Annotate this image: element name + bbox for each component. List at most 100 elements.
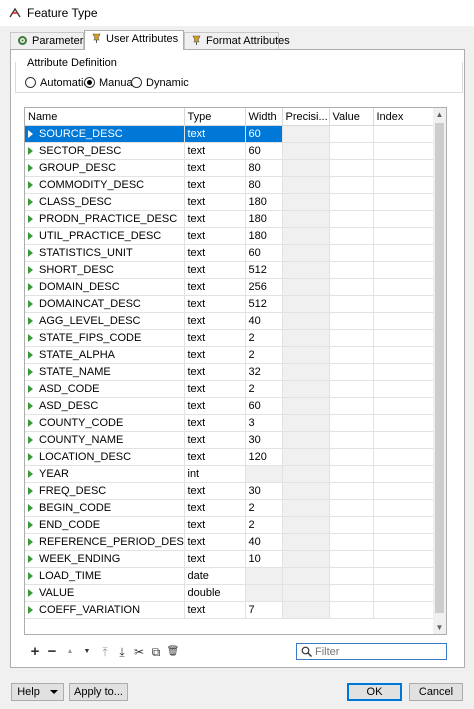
table-row[interactable]: COEFF_VARIATION text 7 — [25, 601, 435, 619]
attribute-width-cell[interactable]: 180 — [245, 210, 283, 228]
attribute-width-cell[interactable]: 2 — [245, 346, 283, 364]
attribute-name-cell[interactable]: STATE_FIPS_CODE — [25, 329, 185, 347]
attribute-value-cell[interactable] — [329, 431, 374, 449]
table-row[interactable]: UTIL_PRACTICE_DESC text 180 — [25, 227, 435, 245]
attribute-name-cell[interactable]: FREQ_DESC — [25, 482, 185, 500]
attribute-index-cell[interactable] — [373, 261, 435, 279]
attribute-width-cell[interactable]: 180 — [245, 227, 283, 245]
attribute-index-cell[interactable] — [373, 567, 435, 585]
table-row[interactable]: STATE_ALPHA text 2 — [25, 346, 435, 364]
attribute-index-cell[interactable] — [373, 329, 435, 347]
attribute-precision-cell[interactable] — [282, 414, 330, 432]
expand-arrow-icon[interactable] — [28, 368, 33, 376]
table-row[interactable]: BEGIN_CODE text 2 — [25, 499, 435, 517]
attribute-index-cell[interactable] — [373, 176, 435, 194]
attribute-precision-cell[interactable] — [282, 499, 330, 517]
attribute-precision-cell[interactable] — [282, 210, 330, 228]
attribute-value-cell[interactable] — [329, 125, 374, 143]
attribute-width-cell[interactable]: 60 — [245, 142, 283, 160]
attribute-index-cell[interactable] — [373, 482, 435, 500]
table-row[interactable]: SOURCE_DESC text 60 — [25, 125, 435, 143]
attribute-name-cell[interactable]: AGG_LEVEL_DESC — [25, 312, 185, 330]
column-header-index[interactable]: Index — [373, 108, 435, 126]
table-row[interactable]: REFERENCE_PERIOD_DESC text 40 — [25, 533, 435, 551]
attribute-type-cell[interactable]: text — [184, 363, 246, 381]
filter-field[interactable] — [296, 643, 447, 660]
remove-attribute-icon[interactable]: − — [45, 644, 59, 660]
expand-arrow-icon[interactable] — [28, 419, 33, 427]
attribute-type-cell[interactable]: text — [184, 516, 246, 534]
attribute-value-cell[interactable] — [329, 295, 374, 313]
move-up-icon[interactable]: ▲ — [63, 644, 77, 660]
attribute-index-cell[interactable] — [373, 159, 435, 177]
attribute-precision-cell[interactable] — [282, 329, 330, 347]
attribute-width-cell[interactable] — [245, 567, 283, 585]
table-row[interactable]: SHORT_DESC text 512 — [25, 261, 435, 279]
expand-arrow-icon[interactable] — [28, 147, 33, 155]
attribute-width-cell[interactable]: 2 — [245, 380, 283, 398]
attribute-precision-cell[interactable] — [282, 567, 330, 585]
attribute-width-cell[interactable]: 512 — [245, 295, 283, 313]
expand-arrow-icon[interactable] — [28, 334, 33, 342]
attribute-index-cell[interactable] — [373, 601, 435, 619]
attribute-index-cell[interactable] — [373, 193, 435, 211]
table-row[interactable]: DOMAINCAT_DESC text 512 — [25, 295, 435, 313]
attribute-precision-cell[interactable] — [282, 176, 330, 194]
attribute-name-cell[interactable]: UTIL_PRACTICE_DESC — [25, 227, 185, 245]
table-row[interactable]: STATE_FIPS_CODE text 2 — [25, 329, 435, 347]
attribute-name-cell[interactable]: COMMODITY_DESC — [25, 176, 185, 194]
expand-arrow-icon[interactable] — [28, 130, 33, 138]
attribute-value-cell[interactable] — [329, 380, 374, 398]
attribute-type-cell[interactable]: text — [184, 414, 246, 432]
expand-arrow-icon[interactable] — [28, 436, 33, 444]
attribute-type-cell[interactable]: text — [184, 601, 246, 619]
attribute-value-cell[interactable] — [329, 159, 374, 177]
delete-icon[interactable]: 🗑 — [166, 644, 180, 660]
attribute-width-cell[interactable]: 10 — [245, 550, 283, 568]
attribute-name-cell[interactable]: STATE_NAME — [25, 363, 185, 381]
attribute-type-cell[interactable]: text — [184, 448, 246, 466]
attribute-width-cell[interactable]: 120 — [245, 448, 283, 466]
copy-icon[interactable]: ⧉ — [149, 644, 163, 660]
attribute-type-cell[interactable]: text — [184, 125, 246, 143]
expand-arrow-icon[interactable] — [28, 470, 33, 478]
expand-arrow-icon[interactable] — [28, 249, 33, 257]
attribute-index-cell[interactable] — [373, 431, 435, 449]
attribute-type-cell[interactable]: text — [184, 278, 246, 296]
expand-arrow-icon[interactable] — [28, 198, 33, 206]
attribute-type-cell[interactable]: text — [184, 210, 246, 228]
attribute-precision-cell[interactable] — [282, 159, 330, 177]
attribute-type-cell[interactable]: text — [184, 176, 246, 194]
attribute-width-cell[interactable]: 2 — [245, 516, 283, 534]
column-header-width[interactable]: Width — [245, 108, 283, 126]
attribute-name-cell[interactable]: ASD_CODE — [25, 380, 185, 398]
attribute-precision-cell[interactable] — [282, 295, 330, 313]
table-row[interactable]: END_CODE text 2 — [25, 516, 435, 534]
expand-arrow-icon[interactable] — [28, 487, 33, 495]
attribute-type-cell[interactable]: text — [184, 261, 246, 279]
attribute-width-cell[interactable] — [245, 465, 283, 483]
expand-arrow-icon[interactable] — [28, 538, 33, 546]
radio-automatic[interactable]: Automatic — [25, 76, 89, 90]
attribute-value-cell[interactable] — [329, 499, 374, 517]
attribute-value-cell[interactable] — [329, 533, 374, 551]
attribute-index-cell[interactable] — [373, 584, 435, 602]
attribute-index-cell[interactable] — [373, 363, 435, 381]
attribute-index-cell[interactable] — [373, 295, 435, 313]
attribute-name-cell[interactable]: YEAR — [25, 465, 185, 483]
attribute-type-cell[interactable]: text — [184, 244, 246, 262]
attribute-value-cell[interactable] — [329, 142, 374, 160]
expand-arrow-icon[interactable] — [28, 181, 33, 189]
tab-format-attributes[interactable]: Format Attributes — [184, 32, 290, 49]
attribute-index-cell[interactable] — [373, 380, 435, 398]
move-to-bottom-icon[interactable]: ⤓ — [115, 644, 129, 660]
attribute-index-cell[interactable] — [373, 550, 435, 568]
table-row[interactable]: LOCATION_DESC text 120 — [25, 448, 435, 466]
scrollbar-thumb[interactable] — [435, 123, 444, 613]
attribute-width-cell[interactable]: 40 — [245, 533, 283, 551]
expand-arrow-icon[interactable] — [28, 215, 33, 223]
table-row[interactable]: ASD_CODE text 2 — [25, 380, 435, 398]
attribute-precision-cell[interactable] — [282, 516, 330, 534]
attribute-width-cell[interactable]: 2 — [245, 499, 283, 517]
radio-button[interactable] — [84, 77, 95, 88]
